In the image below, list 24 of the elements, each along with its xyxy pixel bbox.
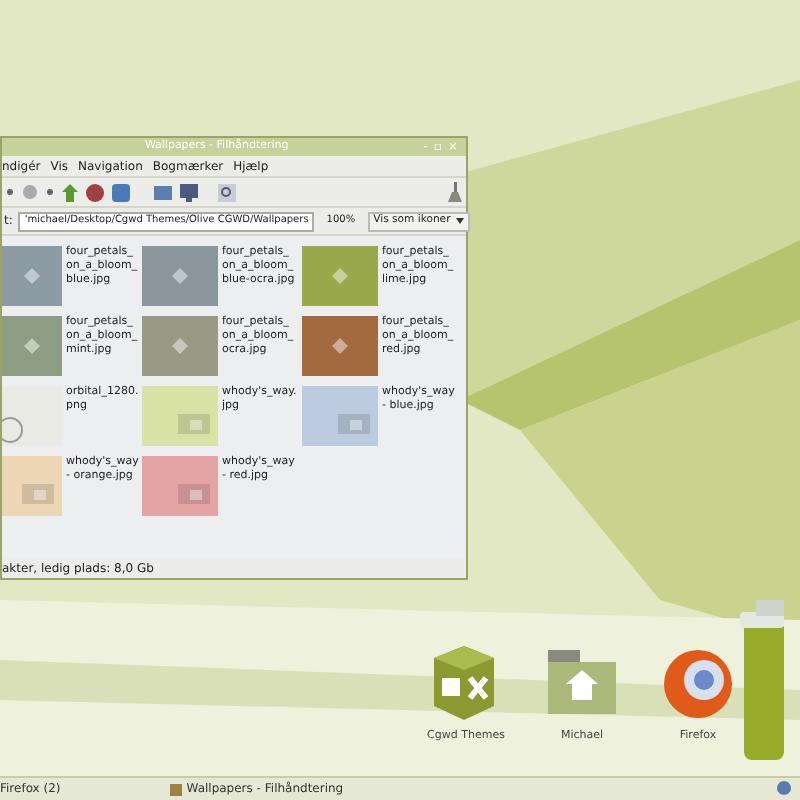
dot-icon[interactable] (6, 188, 14, 196)
caret-icon (456, 218, 465, 224)
trash-icon[interactable] (740, 600, 784, 760)
thumbnail[interactable] (142, 316, 218, 376)
search-icon[interactable] (218, 183, 236, 201)
folder-icon (170, 783, 183, 795)
tray-icon[interactable] (776, 780, 792, 796)
thumbnail[interactable] (142, 386, 218, 446)
stop-icon[interactable] (86, 183, 104, 201)
thumbnail[interactable] (2, 316, 62, 376)
dot-icon[interactable] (46, 188, 54, 196)
monitor-icon[interactable] (180, 183, 198, 201)
thumbnail[interactable] (302, 386, 378, 446)
fox-globe-icon[interactable] (660, 645, 736, 722)
thumbnail[interactable] (302, 316, 378, 376)
up-arrow-icon[interactable] (62, 183, 78, 201)
thumbnail[interactable] (2, 456, 62, 516)
thumbnail[interactable] (142, 246, 218, 306)
thumbnail[interactable] (142, 456, 218, 516)
thumbnail[interactable] (2, 386, 62, 446)
thumbnail[interactable] (2, 246, 62, 306)
thumbnail[interactable] (302, 246, 378, 306)
folder-icon[interactable] (154, 184, 172, 200)
broom-icon[interactable] (448, 182, 462, 202)
